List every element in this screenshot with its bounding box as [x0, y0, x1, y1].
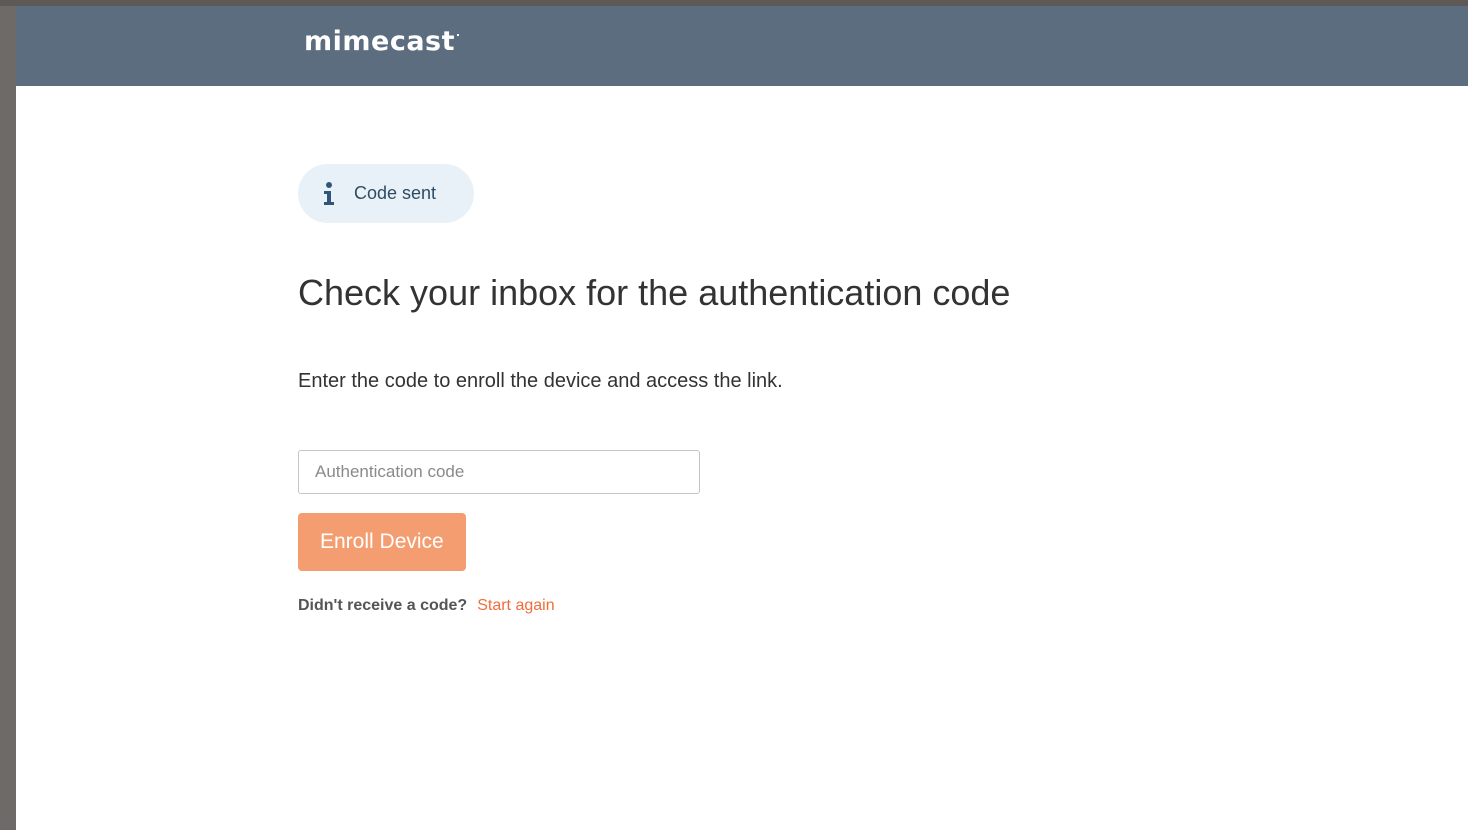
code-sent-notice: Code sent [298, 164, 475, 223]
authentication-code-input[interactable] [298, 450, 700, 494]
enroll-device-button[interactable]: Enroll Device [298, 513, 466, 571]
resend-row: Didn't receive a code? Start again [298, 597, 555, 615]
browser-viewport: mimecast Code sent Check your inbox for … [16, 6, 1468, 830]
start-again-link[interactable]: Start again [477, 597, 554, 614]
resend-prompt: Didn't receive a code? [298, 597, 468, 614]
page-description: Enter the code to enroll the device and … [298, 370, 783, 392]
site-header: mimecast [16, 6, 1468, 86]
info-icon [322, 181, 336, 207]
notice-text: Code sent [354, 183, 437, 203]
logo-text: mimecast [304, 26, 456, 57]
mimecast-logo: mimecast [304, 26, 460, 57]
page-title: Check your inbox for the authentication … [298, 272, 1011, 313]
logo-dot [457, 34, 460, 36]
